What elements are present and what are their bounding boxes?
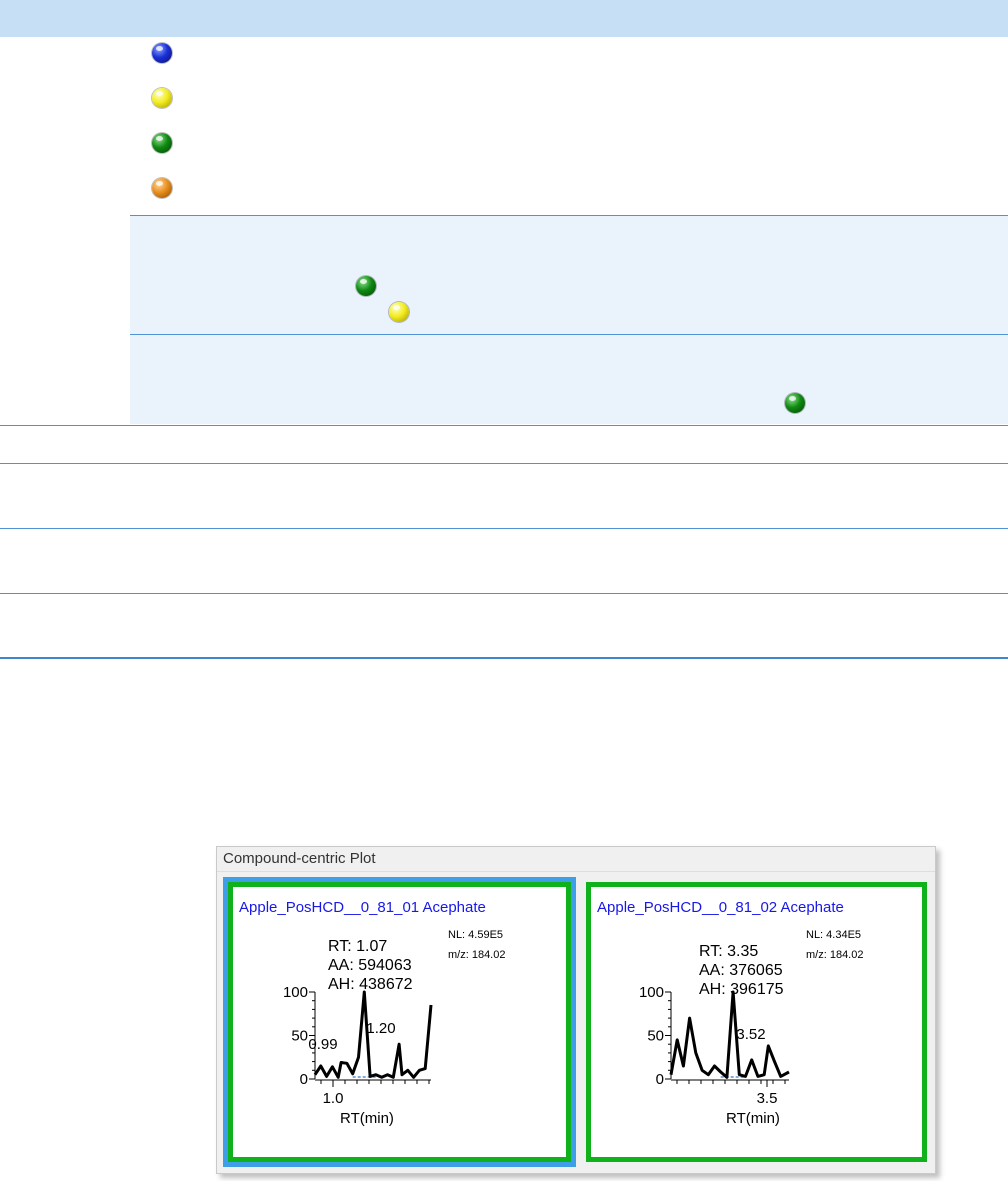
divider <box>0 593 1008 594</box>
orange-status-icon <box>152 178 172 198</box>
rt-value: RT: 1.07 <box>328 938 388 955</box>
table-bottom-border <box>0 657 1008 659</box>
y-tick-label: 0 <box>656 1071 664 1088</box>
blue-status-icon <box>152 43 172 63</box>
green-status-icon <box>785 393 805 413</box>
aa-value: AA: 376065 <box>699 962 783 979</box>
compound-centric-plot-window: Compound-centric Plot Apple_PosHCD__0_81… <box>216 846 936 1174</box>
chromatogram-panel-2[interactable]: Apple_PosHCD__0_81_02 Acephate NL: 4.34E… <box>586 882 927 1162</box>
divider <box>0 463 1008 464</box>
peak-label: 0.99 <box>308 1036 337 1053</box>
yellow-status-icon <box>152 88 172 108</box>
panel-title: Apple_PosHCD__0_81_02 Acephate <box>597 899 844 916</box>
nl-value: NL: 4.59E5 <box>448 929 504 941</box>
y-tick-label: 0 <box>300 1071 308 1088</box>
peak-label: 1.20 <box>366 1020 395 1037</box>
mz-value: m/z: 184.02 <box>448 949 506 961</box>
example-row-1 <box>130 215 1008 334</box>
yellow-status-icon <box>389 302 409 322</box>
plot-window-titlebar: Compound-centric Plot <box>217 847 935 872</box>
peak-label: 3.52 <box>736 1026 765 1043</box>
divider <box>0 425 1008 426</box>
x-axis-label: RT(min) <box>340 1110 394 1127</box>
aa-value: AA: 594063 <box>328 957 412 974</box>
divider <box>130 215 1008 216</box>
chromatogram-chart-2: 100 50 0 3.5 RT(min) 3.52 <box>639 987 790 1127</box>
panel-title: Apple_PosHCD__0_81_01 Acephate <box>239 899 486 916</box>
nl-value: NL: 4.34E5 <box>806 929 862 941</box>
header-bar <box>0 0 1008 37</box>
plot-window-title: Compound-centric Plot <box>223 850 376 867</box>
y-tick-label: 50 <box>647 1028 664 1045</box>
green-status-icon <box>152 133 172 153</box>
chromatogram-panel-1[interactable]: Apple_PosHCD__0_81_01 Acephate NL: 4.59E… <box>228 882 571 1162</box>
example-row-2 <box>130 335 1008 424</box>
x-tick-label: 1.0 <box>323 1090 344 1107</box>
green-status-icon <box>356 276 376 296</box>
mz-value: m/z: 184.02 <box>806 949 864 961</box>
x-axis-label: RT(min) <box>726 1110 780 1127</box>
divider <box>130 334 1008 335</box>
x-tick-label: 3.5 <box>757 1090 778 1107</box>
plot-panel-area: Apple_PosHCD__0_81_01 Acephate NL: 4.59E… <box>217 872 935 1173</box>
rt-value: RT: 3.35 <box>699 943 759 960</box>
chromatogram-chart-1: 100 50 0 1.0 RT(min) 0.99 1.20 <box>283 987 433 1127</box>
y-tick-label: 50 <box>291 1028 308 1045</box>
y-tick-label: 100 <box>283 987 308 1001</box>
divider <box>0 528 1008 529</box>
chromatogram-trace <box>669 990 790 1079</box>
y-tick-label: 100 <box>639 987 664 1001</box>
